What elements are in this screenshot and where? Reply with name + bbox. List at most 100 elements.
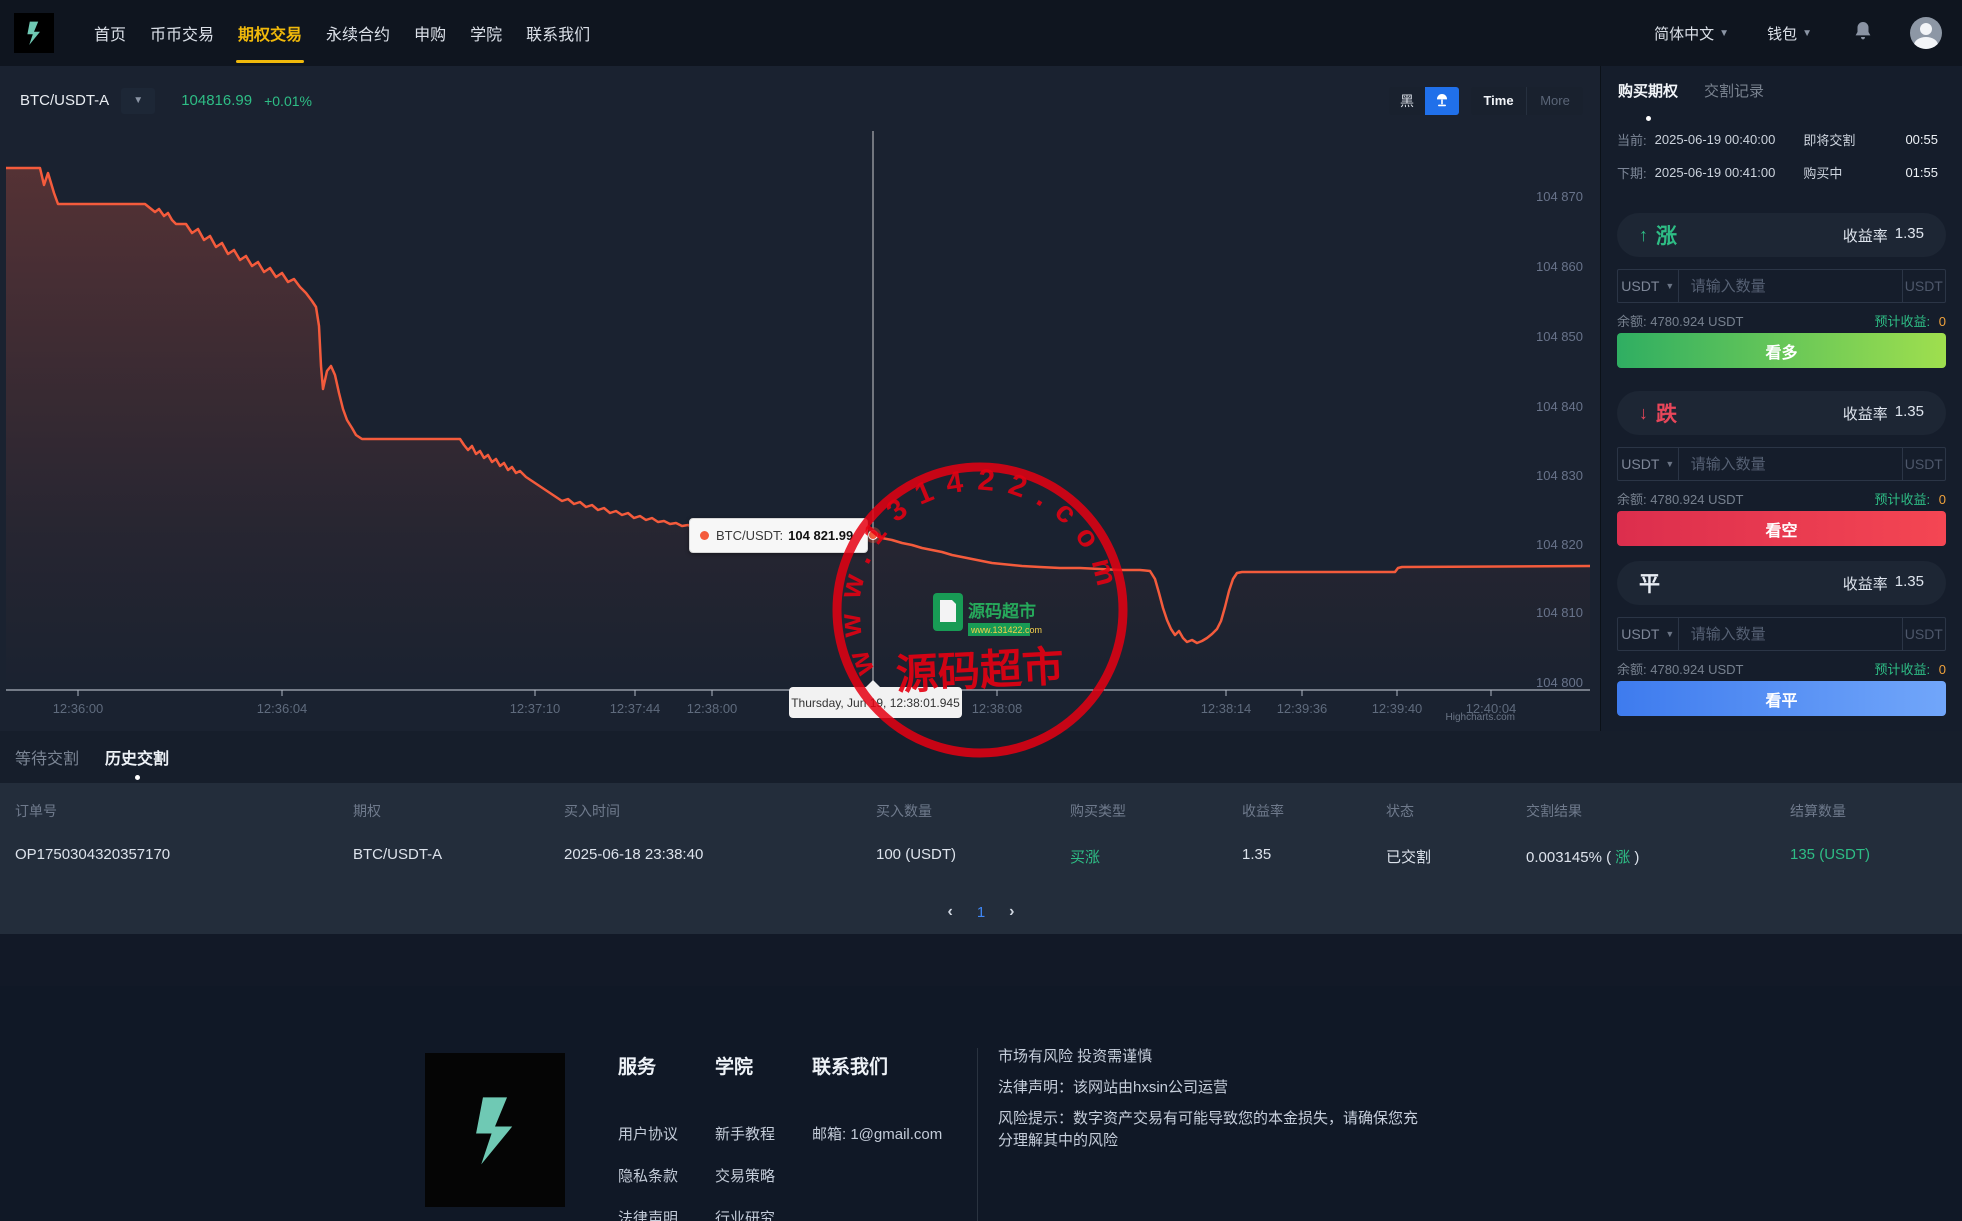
rate-value: 1.35 [1894, 224, 1924, 242]
flat-amount-row: USDT ▼ USDT [1617, 617, 1946, 651]
nav-item-home[interactable]: 首页 [82, 0, 138, 66]
brand-logo-icon[interactable] [14, 13, 54, 53]
more-button[interactable]: More [1527, 87, 1583, 115]
x-axis-label: 12:38:08 [972, 701, 1023, 716]
tooltip-value: 104 821.99 [788, 528, 854, 543]
up-card: ↑ 涨 收益率 1.35 [1617, 213, 1946, 257]
history-tabs: 等待交割 历史交割 [0, 731, 1962, 783]
cell-result: 0.003145% ( 涨 ) [1526, 846, 1790, 867]
up-unit-label: USDT [1901, 270, 1945, 302]
tooltip-label: BTC/USDT: [716, 528, 784, 543]
period-countdown: 00:55 [1905, 132, 1938, 147]
page-number-1[interactable]: 1 [977, 904, 985, 921]
pagination: ‹ 1 › [0, 903, 1962, 921]
nav-item-perpetual[interactable]: 永续合约 [314, 0, 402, 66]
cell-status: 已交割 [1386, 849, 1432, 866]
chevron-down-icon: ▼ [1665, 629, 1675, 639]
x-axis-label: 12:36:04 [257, 701, 308, 716]
estimated-profit: 预计收益: 0 [1875, 659, 1946, 678]
rate-label: 收益率 [1842, 227, 1888, 245]
pair-dropdown[interactable]: ▼ [121, 87, 156, 114]
flat-currency-select[interactable]: USDT ▼ [1618, 618, 1679, 650]
balance-text: 余额: 4780.924 USDT [1617, 311, 1743, 330]
flat-rate: 收益率 1.35 [1843, 573, 1924, 594]
highcharts-credit[interactable]: Highcharts.com [1446, 712, 1515, 723]
balance-label: 余额: [1617, 662, 1647, 677]
current-period-row: 当前: 2025-06-19 00:40:00 即将交割 00:55 [1617, 130, 1946, 149]
tab-buy-options[interactable]: 购买期权 [1618, 80, 1678, 121]
price-change: +0.01% [264, 92, 312, 109]
down-unit-label: USDT [1901, 448, 1945, 480]
buy-flat-button[interactable]: 看平 [1617, 681, 1946, 716]
dir-text: 跌 [1656, 403, 1677, 426]
nav-item-academy[interactable]: 学院 [458, 0, 514, 66]
footer-col-title: 服务 [618, 1057, 657, 1078]
down-direction-label: ↓ 跌 [1639, 398, 1677, 428]
currency-label: USDT [1621, 626, 1660, 642]
flat-direction-label: 平 [1639, 568, 1660, 598]
col-order-id: 订单号 [15, 803, 57, 819]
flat-balance-row: 余额: 4780.924 USDT 预计收益: 0 [1617, 659, 1946, 678]
nav-item-spot[interactable]: 币币交易 [138, 0, 226, 66]
pair-name: BTC/USDT-A [20, 92, 110, 109]
y-axis-label: 104 830 [1536, 468, 1583, 483]
theme-light-button[interactable] [1425, 86, 1459, 115]
est-label: 预计收益: [1874, 314, 1931, 329]
up-amount-input[interactable] [1678, 270, 1902, 302]
tab-delivery-records[interactable]: 交割记录 [1704, 80, 1764, 101]
theme-dark-button[interactable]: 黑 [1389, 86, 1425, 115]
footer-link-user-agreement[interactable]: 用户协议 [618, 1123, 678, 1144]
nav-item-options[interactable]: 期权交易 [226, 0, 314, 66]
down-amount-row: USDT ▼ USDT [1617, 447, 1946, 481]
tab-pending-delivery[interactable]: 等待交割 [15, 745, 79, 769]
down-currency-select[interactable]: USDT ▼ [1618, 448, 1679, 480]
language-selector[interactable]: 简体中文 ▼ [1654, 23, 1729, 44]
logo-glyph-icon [476, 1097, 513, 1165]
table-row[interactable]: OP1750304320357170 BTC/USDT-A 2025-06-18… [0, 846, 1962, 867]
buy-long-button[interactable]: 看多 [1617, 333, 1946, 368]
dir-text: 平 [1639, 573, 1660, 596]
up-balance-row: 余额: 4780.924 USDT 预计收益: 0 [1617, 311, 1946, 330]
result-suffix: ) [1630, 849, 1640, 866]
up-currency-select[interactable]: USDT ▼ [1618, 270, 1679, 302]
footer-link-beginner[interactable]: 新手教程 [715, 1123, 775, 1144]
wallet-menu[interactable]: 钱包 ▼ [1767, 23, 1812, 44]
chart-section: BTC/USDT-A ▼ 104816.99 +0.01% 黑 Time Mor… [0, 66, 1600, 731]
down-card: ↓ 跌 收益率 1.35 [1617, 391, 1946, 435]
y-axis-label: 104 870 [1536, 189, 1583, 204]
nav-item-contact[interactable]: 联系我们 [514, 0, 602, 66]
footer-col-contact: 联系我们 邮箱: 1@gmail.com [812, 1052, 942, 1165]
period-label: 当前: [1617, 133, 1647, 148]
footer-link-email[interactable]: 邮箱: 1@gmail.com [812, 1123, 942, 1144]
est-value: 0 [1938, 314, 1946, 329]
price-chart[interactable]: 104 870 104 860 104 850 104 840 104 830 104 8… [0, 121, 1600, 731]
dir-text: 涨 [1656, 225, 1677, 248]
notifications-button[interactable] [1854, 21, 1872, 46]
cell-option: BTC/USDT-A [353, 846, 443, 863]
x-axis-label: 12:39:36 [1277, 701, 1328, 716]
balance-label: 余额: [1617, 492, 1647, 507]
nav-item-subscribe[interactable]: 申购 [402, 0, 458, 66]
up-rate: 收益率 1.35 [1843, 225, 1924, 246]
footer-link-legal[interactable]: 法律声明 [618, 1207, 678, 1221]
footer-link-strategy[interactable]: 交易策略 [715, 1165, 775, 1186]
history-table: 订单号 期权 买入时间 买入数量 购买类型 收益率 状态 交割结果 结算数量 O… [0, 783, 1962, 934]
next-page-button[interactable]: › [1009, 903, 1014, 921]
flat-amount-input[interactable] [1678, 618, 1902, 650]
footer-link-research[interactable]: 行业研究 [715, 1207, 775, 1221]
chevron-down-icon: ▼ [1665, 281, 1675, 291]
prev-page-button[interactable]: ‹ [948, 903, 953, 921]
period-time: 2025-06-19 00:41:00 [1654, 165, 1776, 180]
footer-link-privacy[interactable]: 隐私条款 [618, 1165, 678, 1186]
col-option: 期权 [353, 803, 381, 819]
bell-icon [1855, 21, 1871, 39]
tab-history-delivery[interactable]: 历史交割 [105, 745, 169, 780]
user-avatar[interactable] [1910, 17, 1942, 49]
buy-short-button[interactable]: 看空 [1617, 511, 1946, 546]
time-mode-button[interactable]: Time [1471, 86, 1527, 115]
col-settlement: 结算数量 [1790, 803, 1846, 819]
logo-glyph-icon [27, 21, 40, 45]
cell-order-id: OP1750304320357170 [15, 846, 171, 863]
chart-tooltip: BTC/USDT: 104 821.99 [689, 518, 868, 553]
down-amount-input[interactable] [1678, 448, 1902, 480]
